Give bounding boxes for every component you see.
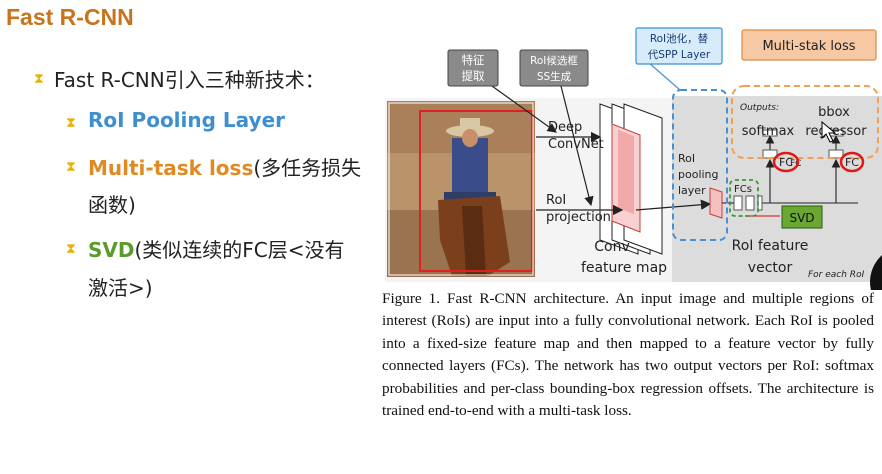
roi-pool-note-line1: RoI池化，替 <box>650 32 709 45</box>
roi-pool-note-line2: 代SPP Layer <box>648 49 711 61</box>
figure-caption: Figure 1. Fast R-CNN architecture. An in… <box>382 290 874 420</box>
roi-pooling-layer-line1: RoI <box>678 152 695 165</box>
bbox-label: bbox <box>818 105 850 120</box>
fcs-label: FCs <box>734 184 752 195</box>
regressor-label: regressor <box>805 124 867 139</box>
conv-feature-map-line2: feature map <box>581 260 667 276</box>
feature-extract-line2: 提取 <box>462 69 485 83</box>
multi-loss-label: Multi-stak loss <box>762 39 855 54</box>
fc-annotation-label: FC <box>779 156 793 169</box>
svd-label: SVD <box>789 211 814 225</box>
roi-pooling-layer-line2: pooling <box>678 168 719 181</box>
roi-projection-line1: RoI <box>546 193 566 208</box>
roi-feature-vector-line1: RoI feature <box>732 238 809 254</box>
deep-convnet-line2: ConvNet <box>548 137 604 152</box>
outputs-label: Outputs: <box>740 103 779 113</box>
architecture-figure: 特征 提取 RoI候选框 SS生成 RoI池化，替 代SPP Layer Mul… <box>385 27 882 290</box>
roi-pooling-block <box>709 187 723 219</box>
conv-feature-map-line1: Conv <box>594 239 630 255</box>
deep-convnet-line1: Deep <box>548 120 582 135</box>
roi-ss-line1: RoI候选框 <box>530 54 578 67</box>
fc-annotation-label: FC <box>845 156 859 169</box>
softmax-label: softmax <box>742 124 795 139</box>
feature-extract-line1: 特征 <box>462 53 485 67</box>
roi-projection-line2: projection <box>546 210 611 225</box>
roi-ss-line2: SS生成 <box>537 70 572 83</box>
conv-feature-map <box>599 103 663 255</box>
horse-rider-photo <box>387 101 535 277</box>
roi-pooling-layer-line3: layer <box>678 184 706 197</box>
roi-feature-vector-line2: vector <box>748 260 793 276</box>
for-each-roi-label: For each RoI <box>808 270 865 280</box>
